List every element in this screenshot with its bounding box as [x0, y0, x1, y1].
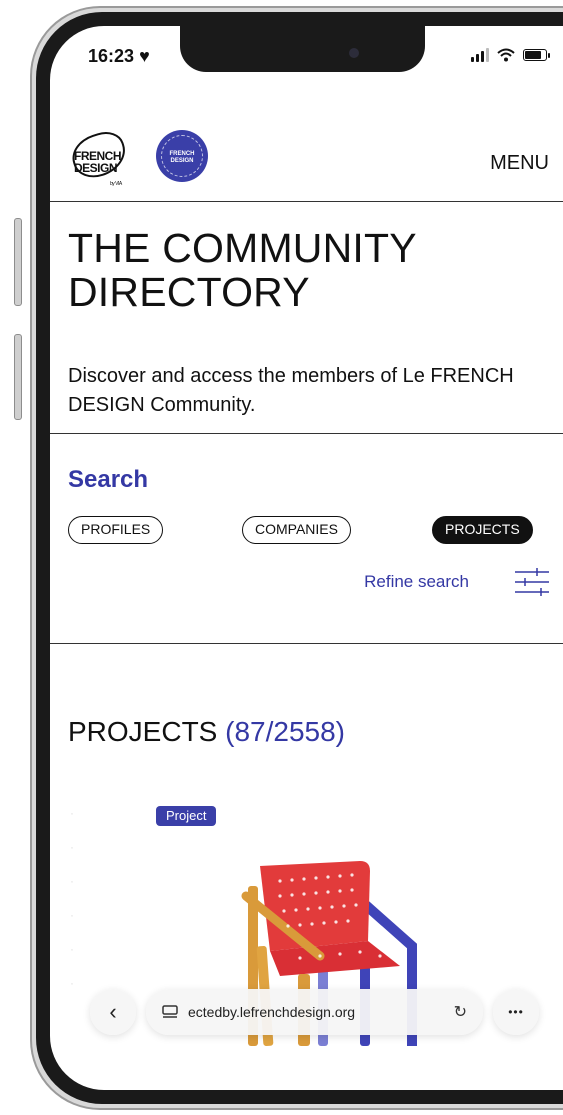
status-time: 16:23 ♥	[88, 46, 150, 67]
page-title-line1: THE COMMUNITY	[68, 225, 417, 271]
refine-search-link[interactable]: Refine search	[364, 572, 469, 592]
projects-heading: PROJECTS (87/2558)	[68, 716, 345, 748]
back-button[interactable]: ‹	[90, 989, 136, 1035]
logo-text-line2: DESIGN	[74, 161, 118, 175]
projects-heading-label: PROJECTS	[68, 716, 218, 747]
tab-companies[interactable]: COMPANIES	[242, 516, 351, 544]
phone-frame: 16:23 ♥ FRENCH DESIGN by VIA FRENCH DESI…	[30, 6, 563, 1110]
menu-button[interactable]: MENU	[490, 152, 549, 175]
camera-icon	[349, 48, 359, 58]
reload-icon[interactable]: ↻	[454, 1002, 467, 1022]
status-icons	[471, 48, 550, 62]
signal-icon	[471, 48, 489, 62]
divider	[50, 643, 563, 644]
filter-sliders-icon[interactable]	[513, 566, 551, 598]
page-title: THE COMMUNITY DIRECTORY	[68, 226, 528, 314]
tab-projects[interactable]: PROJECTS	[432, 516, 533, 544]
site-header: FRENCH DESIGN by VIA FRENCH DESIGN MENU	[50, 114, 563, 202]
page-title-line2: DIRECTORY	[68, 269, 310, 315]
badge-text: FRENCH DESIGN	[169, 151, 195, 164]
address-bar[interactable]: ectedby.lefrenchdesign.org ↻	[146, 989, 483, 1035]
volume-down-button	[14, 334, 22, 420]
connected-by-badge[interactable]: FRENCH DESIGN	[156, 130, 208, 182]
search-heading: Search	[68, 466, 149, 493]
clock-text: 16:23	[88, 46, 135, 66]
logo-tagline: by VIA	[110, 181, 122, 187]
page-description: Discover and access the members of Le FR…	[68, 365, 514, 416]
battery-icon	[523, 49, 550, 61]
divider	[50, 433, 563, 434]
background-decoration: · · · · · ·	[70, 806, 74, 990]
wifi-icon	[497, 48, 515, 62]
tab-profiles[interactable]: PROFILES	[68, 516, 164, 544]
phone-bezel: 16:23 ♥ FRENCH DESIGN by VIA FRENCH DESI…	[36, 12, 563, 1104]
projects-count: (87/2558)	[225, 716, 346, 747]
project-type-badge: Project	[156, 806, 217, 826]
dynamic-island	[180, 26, 425, 72]
url-text[interactable]: ectedby.lefrenchdesign.org	[188, 1004, 444, 1020]
reader-icon[interactable]	[162, 1005, 178, 1019]
more-icon: •••	[508, 1005, 524, 1019]
screen: 16:23 ♥ FRENCH DESIGN by VIA FRENCH DESI…	[50, 26, 563, 1090]
french-design-logo[interactable]: FRENCH DESIGN by VIA	[66, 126, 132, 188]
browser-toolbar: ‹ ectedby.lefrenchdesign.org ↻ •••	[90, 984, 539, 1040]
heart-icon: ♥	[139, 46, 150, 66]
volume-up-button	[14, 218, 22, 306]
more-options-button[interactable]: •••	[493, 989, 539, 1035]
